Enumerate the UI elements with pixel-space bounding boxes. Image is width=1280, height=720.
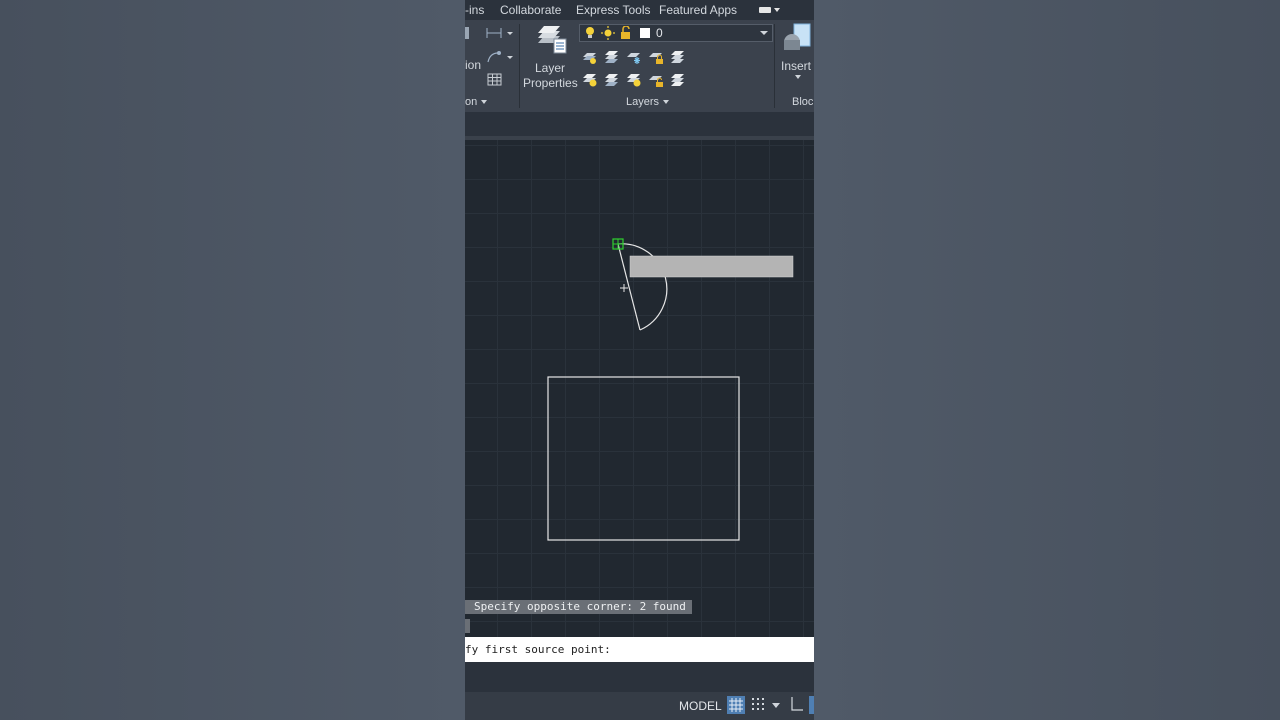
- crosshair-cursor: [620, 284, 628, 292]
- chevron-down-icon: [760, 31, 768, 35]
- snap-icon[interactable]: [751, 697, 765, 711]
- autocad-window: -ins Collaborate Express Tools Featured …: [465, 0, 814, 720]
- command-history-marker: [465, 619, 470, 633]
- tab-express-tools[interactable]: Express Tools: [576, 3, 650, 17]
- layer-freeze-icon[interactable]: [626, 49, 642, 65]
- chevron-down-icon[interactable]: [772, 703, 780, 708]
- ribbon-tab-bar: -ins Collaborate Express Tools Featured …: [465, 0, 814, 20]
- panel-divider: [774, 24, 775, 108]
- block-panel-footer[interactable]: Bloc: [792, 96, 813, 108]
- workspace-dropdown[interactable]: [757, 5, 781, 15]
- panel-divider: [519, 24, 520, 108]
- annotation-panel-footer[interactable]: on: [465, 96, 488, 108]
- layer-lock-icon[interactable]: [648, 49, 664, 65]
- leader-icon[interactable]: [486, 49, 514, 65]
- linear-dimension-icon[interactable]: [486, 25, 514, 41]
- file-tab-bar: [465, 112, 814, 136]
- insert-block-button[interactable]: Insert: [777, 22, 814, 84]
- layer-isolate-icon[interactable]: [604, 49, 620, 65]
- layout-tab-area: [465, 662, 814, 692]
- layer-state-icons: [586, 26, 630, 40]
- rectangle-shape[interactable]: [547, 376, 740, 541]
- current-layer-name: 0: [656, 26, 663, 40]
- layers-panel-footer[interactable]: Layers: [626, 96, 670, 108]
- command-history-line: Specify opposite corner: 2 found: [465, 600, 692, 614]
- tab-featured-apps[interactable]: Featured Apps: [659, 3, 737, 17]
- layer-match-icon[interactable]: [604, 72, 620, 88]
- layer-previous-icon[interactable]: [670, 72, 686, 88]
- layer-thaw-icon[interactable]: [626, 72, 642, 88]
- layer-dropdown[interactable]: 0: [579, 24, 773, 42]
- chevron-down-icon: [481, 100, 488, 105]
- command-line-input[interactable]: fy first source point:: [465, 637, 814, 662]
- grid-icon[interactable]: [727, 696, 745, 714]
- ortho-icon[interactable]: [790, 696, 804, 712]
- layer-off-icon[interactable]: [582, 49, 598, 65]
- layer-unlock-icon[interactable]: [648, 72, 664, 88]
- layer-properties-button[interactable]: Layer Properties: [523, 23, 578, 91]
- chevron-down-icon: [795, 75, 801, 79]
- model-space-toggle[interactable]: MODEL: [679, 699, 722, 713]
- layer-stack-icon: [538, 26, 567, 54]
- panel-toggle-icon: [759, 7, 771, 13]
- layer-walk-icon[interactable]: [670, 49, 686, 65]
- status-toggle-active[interactable]: [809, 696, 814, 714]
- layer-color-swatch: [640, 28, 650, 38]
- chevron-down-icon: [663, 100, 670, 105]
- right-backdrop: [814, 0, 1280, 720]
- layer-properties-label: Layer Properties: [523, 61, 578, 90]
- annotation-footer-label: on: [465, 96, 478, 108]
- layer-on-icon[interactable]: [582, 72, 598, 88]
- annotation-partial-label: ion: [465, 58, 482, 72]
- tab-collaborate[interactable]: Collaborate: [500, 3, 561, 17]
- insert-label: Insert: [781, 59, 812, 73]
- dynamic-input-tooltip: [629, 255, 794, 278]
- insert-block-icon: [784, 23, 811, 50]
- ribbon-panel-area: ion on Layer Properties 0 Layers Insert …: [465, 20, 814, 112]
- tab-addins[interactable]: -ins: [465, 3, 484, 17]
- left-backdrop: [0, 0, 465, 720]
- drawing-canvas[interactable]: [465, 140, 814, 700]
- drawing-geometry: [547, 238, 794, 541]
- status-bar: MODEL: [465, 692, 814, 720]
- grip-point[interactable]: [612, 238, 624, 250]
- block-panel-label: Bloc: [792, 96, 814, 108]
- table-icon[interactable]: [487, 72, 503, 88]
- layers-panel-label: Layers: [626, 96, 660, 108]
- chevron-down-icon: [774, 8, 780, 12]
- command-prompt: fy first source point:: [465, 643, 611, 656]
- annotation-tool-icon[interactable]: [465, 25, 471, 41]
